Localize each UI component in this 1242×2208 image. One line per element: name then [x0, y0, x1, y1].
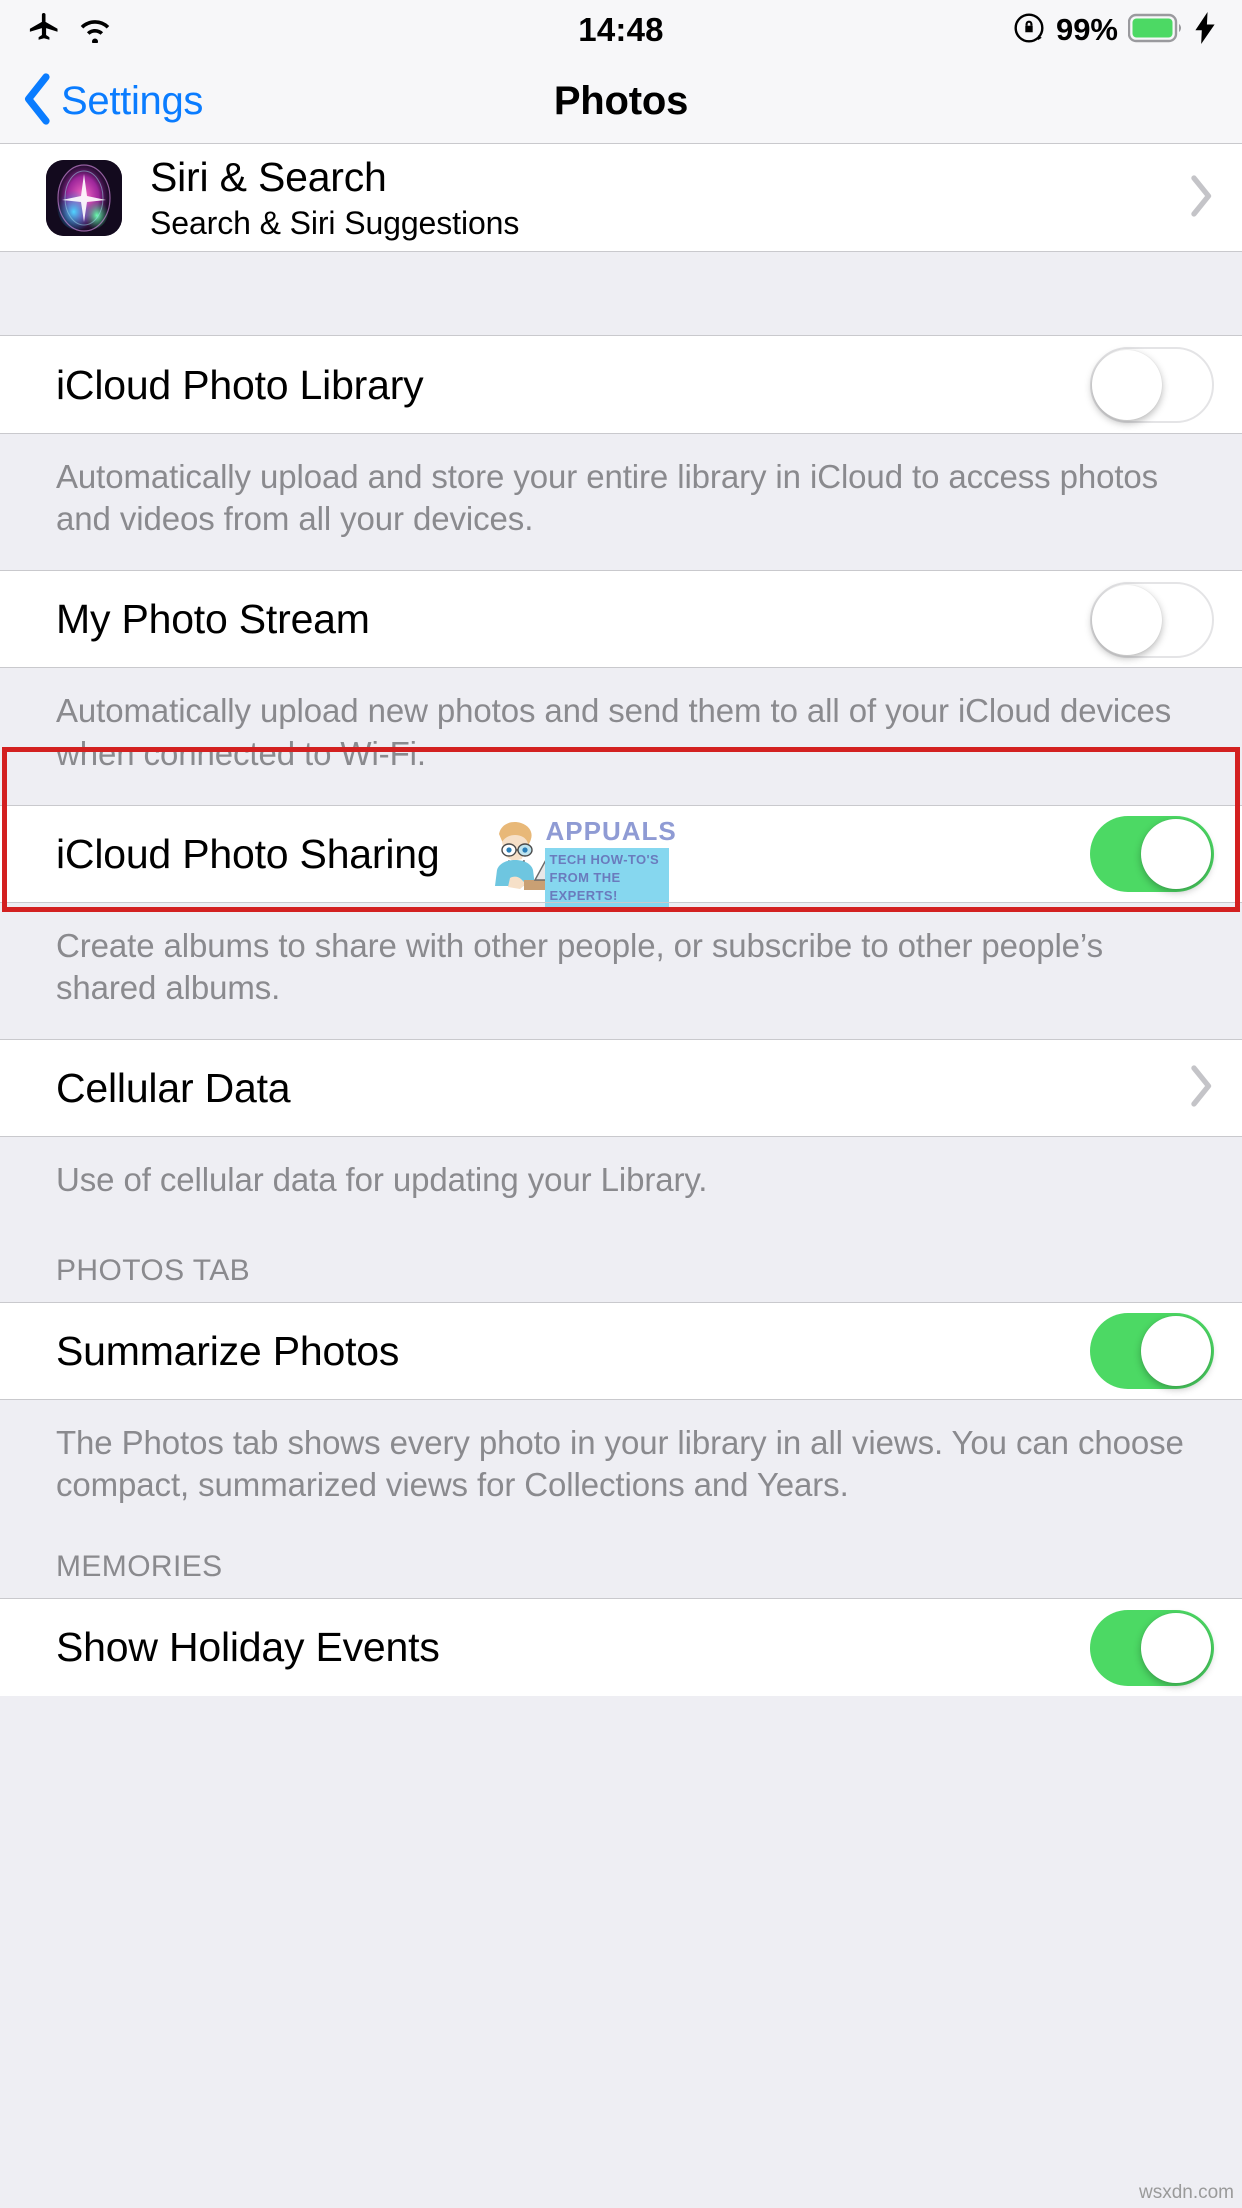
cellular-data-footer: Use of cellular data for updating your L… — [0, 1137, 1242, 1212]
my-photo-stream-label: My Photo Stream — [56, 596, 370, 643]
chevron-right-icon — [1190, 174, 1214, 222]
siri-text-block: Siri & Search Search & Siri Suggestions — [150, 154, 519, 242]
appuals-tagline: TECH HOW-TO'S FROM THE EXPERTS! — [545, 848, 670, 908]
row-summarize-photos[interactable]: Summarize Photos — [0, 1301, 1242, 1400]
show-holiday-events-toggle[interactable] — [1090, 1609, 1214, 1686]
icloud-photo-sharing-label: iCloud Photo Sharing — [56, 830, 440, 877]
cellular-data-label: Cellular Data — [56, 1065, 291, 1112]
siri-subtitle: Search & Siri Suggestions — [150, 205, 520, 241]
row-siri-and-search[interactable]: Siri & Search Search & Siri Suggestions — [0, 144, 1242, 252]
toggle-knob — [1141, 819, 1211, 890]
show-holiday-events-label: Show Holiday Events — [56, 1624, 440, 1671]
icloud-photo-library-toggle[interactable] — [1090, 347, 1214, 423]
icloud-photo-sharing-toggle[interactable] — [1090, 816, 1214, 893]
status-bar-clock: 14:48 — [578, 11, 664, 48]
my-photo-stream-footer: Automatically upload new photos and send… — [0, 668, 1242, 805]
summarize-photos-label: Summarize Photos — [56, 1327, 400, 1374]
summarize-photos-toggle[interactable] — [1090, 1313, 1214, 1390]
row-my-photo-stream[interactable]: My Photo Stream — [0, 570, 1242, 669]
icloud-photo-sharing-footer: Create albums to share with other people… — [0, 902, 1242, 1040]
appuals-name: APPUALS — [545, 816, 677, 847]
toggle-knob — [1141, 1316, 1211, 1387]
photos-tab-footer: The Photos tab shows every photo in your… — [0, 1399, 1242, 1517]
chevron-right-icon — [1190, 1065, 1214, 1112]
row-icloud-photo-library[interactable]: iCloud Photo Library — [0, 336, 1242, 434]
siri-title: Siri & Search — [150, 154, 387, 200]
my-photo-stream-toggle[interactable] — [1090, 581, 1214, 658]
icloud-photo-library-footer: Automatically upload and store your enti… — [0, 434, 1242, 571]
memories-section-header: MEMORIES — [0, 1516, 1242, 1599]
navigation-bar: Settings Photos — [0, 60, 1242, 144]
iphone-screen: 14:48 99% Settings Photos Siri & Search … — [0, 0, 1242, 2208]
back-button[interactable]: Settings — [22, 73, 203, 130]
row-cellular-data[interactable]: Cellular Data — [0, 1039, 1242, 1138]
appuals-watermark: APPUALS TECH HOW-TO'S FROM THE EXPERTS! — [469, 808, 676, 908]
chevron-left-icon — [22, 73, 52, 130]
icloud-photo-library-label: iCloud Photo Library — [56, 361, 424, 408]
status-bar: 14:48 99% — [0, 0, 1242, 60]
photos-tab-section-header: PHOTOS TAB — [0, 1211, 1242, 1302]
corner-watermark: wsxdn.com — [1138, 2182, 1234, 2203]
row-show-holiday-events[interactable]: Show Holiday Events — [0, 1598, 1242, 1697]
toggle-knob — [1092, 350, 1162, 420]
section-gap — [0, 252, 1242, 336]
toggle-knob — [1141, 1612, 1211, 1683]
toggle-knob — [1092, 584, 1162, 655]
back-button-label: Settings — [61, 79, 204, 123]
row-icloud-photo-sharing[interactable]: iCloud Photo Sharing APPUALS TECH HOW-TO… — [0, 804, 1242, 908]
siri-app-icon — [46, 160, 122, 236]
